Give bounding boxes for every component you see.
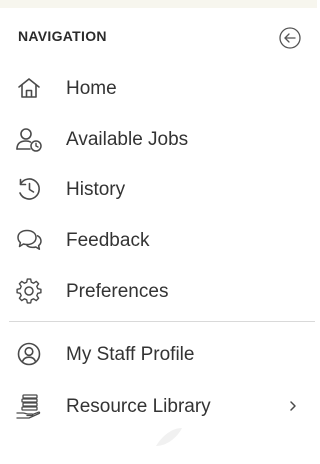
- arrow-left-circle-icon: [279, 27, 301, 49]
- nav-item-home[interactable]: Home: [0, 64, 317, 112]
- navigation-panel: NAVIGATION Home Available Jobs History F…: [0, 0, 317, 464]
- books-hand-icon: [15, 392, 43, 420]
- history-icon: [15, 175, 43, 203]
- nav-item-label: Resource Library: [66, 396, 211, 417]
- nav-item-label: Available Jobs: [66, 129, 189, 150]
- nav-item-history[interactable]: History: [0, 165, 317, 213]
- nav-item-available-jobs[interactable]: Available Jobs: [0, 115, 317, 163]
- navigation-title: NAVIGATION: [18, 28, 107, 44]
- chevron-right-icon: [286, 399, 300, 413]
- section-divider: [9, 321, 315, 322]
- nav-item-my-staff-profile[interactable]: My Staff Profile: [0, 330, 317, 378]
- nav-item-resource-library[interactable]: Resource Library: [0, 382, 317, 430]
- gear-icon: [15, 277, 43, 305]
- collapse-navigation-button[interactable]: [278, 26, 302, 50]
- nav-item-label: History: [66, 179, 126, 200]
- nav-item-label: Home: [66, 78, 117, 99]
- nav-item-label: Preferences: [66, 281, 169, 302]
- nav-item-label: My Staff Profile: [66, 344, 195, 365]
- nav-item-label: Feedback: [66, 230, 150, 251]
- navigation-header: NAVIGATION: [0, 20, 317, 56]
- faded-background-mark: [152, 424, 186, 450]
- nav-item-preferences[interactable]: Preferences: [0, 267, 317, 315]
- nav-item-feedback[interactable]: Feedback: [0, 216, 317, 264]
- chat-bubbles-icon: [15, 226, 43, 254]
- home-icon: [15, 74, 43, 102]
- user-clock-icon: [15, 125, 43, 153]
- top-strip: [0, 0, 317, 8]
- user-circle-icon: [15, 340, 43, 368]
